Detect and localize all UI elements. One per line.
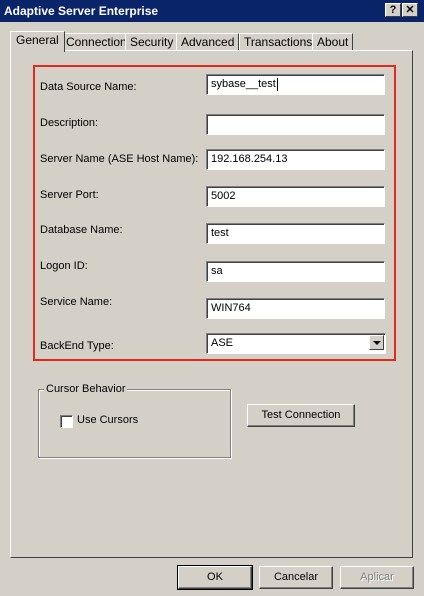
- tab-general[interactable]: General: [10, 31, 65, 52]
- data-source-name-field[interactable]: sybase__test: [206, 74, 385, 95]
- tab-advanced[interactable]: Advanced: [176, 33, 240, 51]
- data-source-name-label: Data Source Name:: [40, 81, 137, 93]
- server-name-field[interactable]: 192.168.254.13: [206, 149, 385, 170]
- tab-transactions[interactable]: Transactions: [239, 33, 318, 51]
- use-cursors-label: Use Cursors: [77, 414, 139, 426]
- close-button[interactable]: ✕: [402, 3, 418, 17]
- server-port-value: 5002: [211, 190, 236, 202]
- help-button[interactable]: ?: [385, 3, 401, 17]
- description-label: Description:: [40, 117, 99, 129]
- tab-security[interactable]: Security: [125, 33, 179, 51]
- test-connection-button[interactable]: Test Connection: [247, 404, 355, 427]
- server-port-label: Server Port:: [40, 189, 99, 201]
- service-name-label: Service Name:: [40, 296, 113, 308]
- service-name-field[interactable]: WIN764: [206, 298, 385, 319]
- backend-type-label: BackEnd Type:: [40, 340, 114, 352]
- tab-connection[interactable]: Connection: [61, 33, 132, 51]
- apply-button[interactable]: Aplicar: [340, 566, 414, 589]
- cursor-behavior-title: Cursor Behavior: [44, 383, 128, 395]
- server-name-label: Server Name (ASE Host Name):: [40, 153, 199, 165]
- tab-about[interactable]: About: [312, 33, 354, 51]
- backend-type-select[interactable]: ASE: [206, 333, 386, 354]
- logon-id-field[interactable]: sa: [206, 261, 385, 282]
- use-cursors-checkbox[interactable]: [60, 415, 73, 428]
- text-caret: [276, 77, 278, 91]
- window-title: Adaptive Server Enterprise: [4, 4, 159, 18]
- server-port-field[interactable]: 5002: [206, 186, 385, 207]
- cancel-button[interactable]: Cancelar: [259, 566, 333, 589]
- logon-id-label: Logon ID:: [40, 260, 88, 272]
- backend-type-value: ASE: [211, 337, 234, 349]
- database-name-label: Database Name:: [40, 224, 123, 236]
- database-name-field[interactable]: test: [206, 223, 385, 244]
- logon-id-value: sa: [211, 265, 223, 277]
- ok-button[interactable]: OK: [177, 565, 253, 590]
- title-bar: Adaptive Server Enterprise ? ✕: [0, 0, 424, 22]
- chevron-down-icon[interactable]: [369, 335, 384, 350]
- service-name-value: WIN764: [211, 302, 251, 314]
- database-name-value: test: [211, 227, 229, 239]
- server-name-value: 192.168.254.13: [211, 153, 288, 165]
- data-source-name-value: sybase__test: [211, 78, 276, 90]
- description-field[interactable]: [206, 114, 385, 135]
